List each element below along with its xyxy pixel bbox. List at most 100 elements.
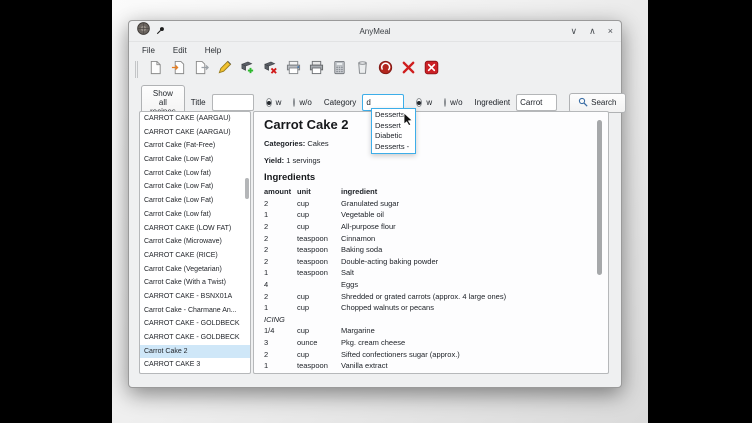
recipe-list-item[interactable]: Carrot Cake (Low fat) — [140, 167, 250, 181]
ingredient-unit: cup — [297, 290, 341, 302]
ingredient-amount: 1 — [264, 360, 297, 372]
header-ingredient: ingredient — [341, 186, 506, 198]
recipe-list-item[interactable]: Carrot Cake (Low Fat) — [140, 153, 250, 167]
recipe-list: CARROT CAKE (AARGAU)CARROT CAKE (AARGAU)… — [139, 111, 251, 374]
ingredient-row: 2cupSifted confectioners sugar (approx.) — [264, 348, 506, 360]
ingredient-ingredient: Shredded or grated carrots (approx. 4 la… — [341, 290, 506, 302]
recipe-list-item[interactable]: CARROT CAKE - GOLDBECK — [140, 317, 250, 331]
ingredient-ingredient: Sifted confectioners sugar (approx.) — [341, 348, 506, 360]
title-without-radio[interactable] — [293, 98, 295, 107]
ingredient-row: 2cupShredded or grated carrots (approx. … — [264, 290, 506, 302]
ingredient-ingredient: Double-acting baking powder — [341, 256, 506, 268]
minimize-icon[interactable]: ∨ — [571, 27, 578, 36]
close-icon[interactable]: × — [608, 27, 613, 36]
ingredients-body: 2cupGranulated sugar1cupVegetable oil2cu… — [264, 198, 506, 372]
category-with-label: w — [426, 98, 432, 107]
export-recipe-button[interactable] — [193, 61, 210, 78]
delete-recipe-button[interactable] — [262, 61, 279, 78]
ingredient-amount: 3 — [264, 337, 297, 349]
category-without-radio[interactable] — [444, 98, 446, 107]
app-menu-icon[interactable] — [137, 22, 150, 40]
recipe-title: Carrot Cake 2 — [264, 117, 349, 132]
window-title: AnyMeal — [129, 27, 621, 36]
pin-icon[interactable] — [156, 22, 165, 40]
add-recipe-button[interactable] — [239, 61, 256, 78]
ingredient-amount: 2 — [264, 244, 297, 256]
menu-item-help[interactable]: Help — [202, 45, 224, 56]
quit-button[interactable] — [423, 61, 440, 78]
ingredient-amount: 1 — [264, 209, 297, 221]
recipe-list-item[interactable]: Carrot Cake (Low fat) — [140, 208, 250, 222]
recipe-list-item[interactable]: Carrot Cake (Fat-Free) — [140, 139, 250, 153]
print-preview-button[interactable] — [308, 61, 325, 78]
ingredient-unit: cup — [297, 325, 341, 337]
ingredient-amount: 2 — [264, 348, 297, 360]
calculator-button[interactable] — [331, 61, 348, 78]
calculator-icon — [332, 60, 347, 80]
recipe-list-item[interactable]: Carrot Cake (Low Fat) — [140, 180, 250, 194]
suggestion-item[interactable]: Desserts — [372, 110, 415, 121]
suggestion-item[interactable]: Dessert — [372, 121, 415, 132]
ingredient-ingredient: Salt — [341, 267, 506, 279]
recipe-list-item[interactable]: Carrot Cake (Low Fat) — [140, 194, 250, 208]
anymeal-window: AnyMeal ∨ ∧ × File Edit Help Show all re… — [128, 20, 622, 388]
rollback-button[interactable] — [377, 61, 394, 78]
toolbar — [129, 58, 621, 82]
ingredient-row: 1teaspoonSalt — [264, 267, 506, 279]
ingredient-amount: 2 — [264, 221, 297, 233]
title-with-radio[interactable] — [266, 98, 272, 107]
category-suggestions-popup: DessertsDessertDiabeticDesserts - — [371, 108, 416, 154]
ingredient-unit: cup — [297, 209, 341, 221]
recipe-list-item[interactable]: Carrot Cake (With a Twist) — [140, 276, 250, 290]
ingredient-ingredient: Margarine — [341, 325, 506, 337]
toolbar-drag-handle[interactable] — [135, 61, 138, 78]
category-with-radio[interactable] — [416, 98, 422, 107]
categories-value: Cakes — [307, 139, 328, 148]
ingredient-unit: teaspoon — [297, 256, 341, 268]
edit-recipe-button[interactable] — [216, 61, 233, 78]
ingredient-ingredient: Chopped walnuts or pecans — [341, 302, 506, 314]
search-button-label: Search — [591, 98, 616, 107]
ingredient-ingredient: Granulated sugar — [341, 198, 506, 210]
category-label: Category — [324, 98, 356, 107]
recipe-list-item[interactable]: CARROT CAKE - GOLDBECK — [140, 331, 250, 345]
suggestion-item[interactable]: Desserts - — [372, 142, 415, 153]
desktop-background: AnyMeal ∨ ∧ × File Edit Help Show all re… — [112, 0, 648, 423]
import-recipe-icon — [171, 60, 186, 80]
section-row: ICING — [264, 314, 506, 326]
ingredient-row: 2teaspoonCinnamon — [264, 232, 506, 244]
recipe-list-item[interactable]: CARROT CAKE (AARGAU) — [140, 112, 250, 126]
recipe-list-item[interactable]: Carrot Cake 2 — [140, 345, 250, 359]
recipe-list-item[interactable]: Carrot Cake - Charmane An... — [140, 304, 250, 318]
ingredient-unit: cup — [297, 221, 341, 233]
header-unit: unit — [297, 186, 341, 198]
recipe-list-scrollbar-thumb[interactable] — [245, 178, 249, 199]
title-input[interactable] — [212, 94, 254, 111]
delete-search-icon — [401, 60, 416, 80]
title-without-label: w/o — [299, 98, 311, 107]
recipe-list-item[interactable]: CARROT CAKE (AARGAU) — [140, 126, 250, 140]
search-icon — [578, 97, 588, 109]
suggestion-item[interactable]: Diabetic — [372, 131, 415, 142]
delete-search-button[interactable] — [400, 61, 417, 78]
print-button[interactable] — [285, 61, 302, 78]
menu-item-file[interactable]: File — [139, 45, 158, 56]
category-without-label: w/o — [450, 98, 462, 107]
ingredient-unit — [297, 279, 341, 291]
recipe-list-item[interactable]: Carrot Cake (Vegetarian) — [140, 263, 250, 277]
clear-list-button[interactable] — [354, 61, 371, 78]
ingredient-amount: 4 — [264, 279, 297, 291]
ingredient-row: 3ouncePkg. cream cheese — [264, 337, 506, 349]
menu-item-edit[interactable]: Edit — [170, 45, 190, 56]
maximize-icon[interactable]: ∧ — [589, 27, 596, 36]
ingredient-amount: 2 — [264, 232, 297, 244]
recipe-view-scrollbar-thumb[interactable] — [597, 120, 602, 275]
recipe-list-item[interactable]: CARROT CAKE (LOW FAT) — [140, 222, 250, 236]
new-recipe-button[interactable] — [147, 61, 164, 78]
recipe-list-item[interactable]: CARROT CAKE (RICE) — [140, 249, 250, 263]
import-recipe-button[interactable] — [170, 61, 187, 78]
recipe-list-item[interactable]: CARROT CAKE 3 — [140, 358, 250, 372]
ingredient-input[interactable] — [516, 94, 557, 111]
recipe-list-item[interactable]: Carrot Cake (Microwave) — [140, 235, 250, 249]
recipe-list-item[interactable]: CARROT CAKE - BSNX01A — [140, 290, 250, 304]
